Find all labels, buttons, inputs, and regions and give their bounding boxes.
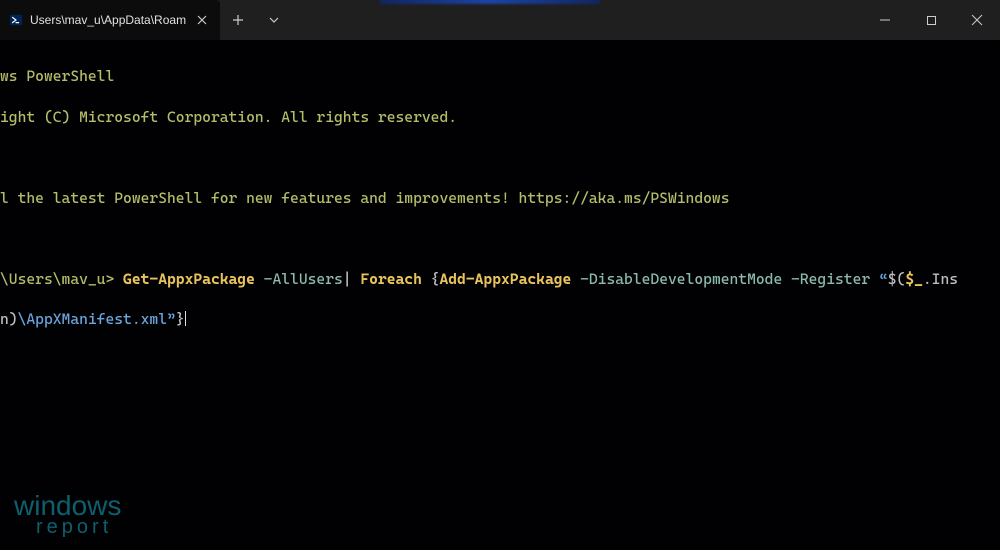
titlebar: Users\mav_u\AppData\Roam	[0, 0, 1000, 40]
keyword-foreach: Foreach	[360, 270, 430, 288]
dot-ins: .Ins	[923, 270, 958, 288]
window-controls	[862, 0, 1000, 40]
string-close-quote: ”	[167, 310, 176, 328]
text-cursor	[185, 311, 186, 326]
switch-disabledevmode: -DisableDevelopmentMode	[571, 270, 782, 288]
watermark-line-2: report	[36, 518, 121, 536]
banner-line-3: l the latest PowerShell for new features…	[0, 188, 1000, 208]
tab-dropdown-button[interactable]	[256, 0, 292, 40]
switch-register: -Register	[782, 270, 879, 288]
blank-line	[0, 228, 1000, 248]
switch-allusers: -AllUsers	[255, 270, 343, 288]
tab-title: Users\mav_u\AppData\Roam	[30, 13, 186, 27]
blank-line	[0, 147, 1000, 167]
tab-close-button[interactable]	[194, 12, 210, 28]
titlebar-drag-region[interactable]	[292, 0, 862, 40]
cmd-add-appxpackage: Add-AppxPackage	[439, 270, 571, 288]
cmd-get-appxpackage: Get-AppxPackage	[123, 270, 255, 288]
string-open-quote: “	[879, 270, 888, 288]
variable-psitem: $_	[905, 270, 923, 288]
pipe: |	[343, 270, 361, 288]
banner-line-1: ws PowerShell	[0, 66, 1000, 86]
maximize-button[interactable]	[908, 0, 954, 40]
powershell-icon	[8, 12, 24, 28]
watermark-logo: windows report	[14, 493, 121, 536]
command-line-1: \Users\mav_u> Get-AppxPackage -AllUsers|…	[0, 269, 1000, 289]
command-line-2: n)\AppXManifest.xml”}	[0, 309, 1000, 329]
banner-line-2: ight (C) Microsoft Corporation. All righ…	[0, 107, 1000, 127]
prompt: \Users\mav_u>	[0, 270, 123, 288]
minimize-button[interactable]	[862, 0, 908, 40]
new-tab-button[interactable]	[220, 0, 256, 40]
close-window-button[interactable]	[954, 0, 1000, 40]
terminal-body[interactable]: ws PowerShell ight (C) Microsoft Corpora…	[0, 40, 1000, 550]
terminal-window: Users\mav_u\AppData\Roam ws PowerShell i…	[0, 0, 1000, 550]
watermark-line-1: windows	[14, 493, 121, 518]
accent-stripe	[380, 0, 600, 4]
brace-close: }	[176, 310, 185, 328]
tab-active[interactable]: Users\mav_u\AppData\Roam	[0, 0, 220, 40]
interp-open: $(	[888, 270, 906, 288]
string-path: \AppXManifest.xml	[18, 310, 167, 328]
continuation-prefix: n)	[0, 310, 18, 328]
